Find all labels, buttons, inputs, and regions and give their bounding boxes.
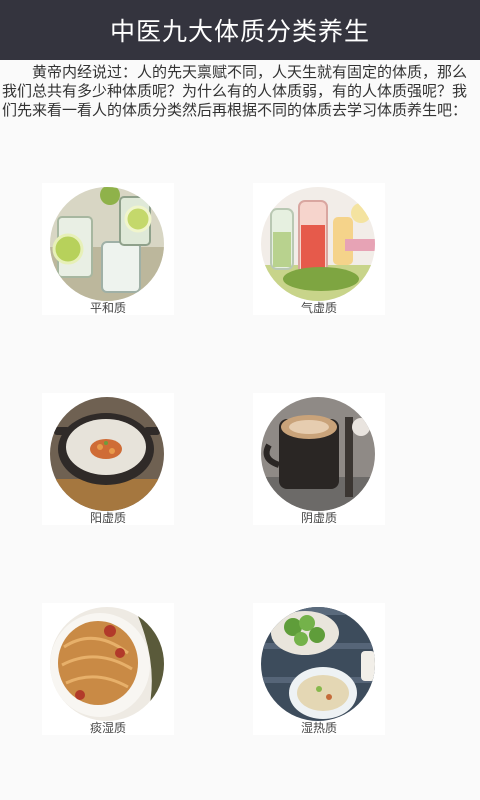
category-tile-tanshi[interactable]: 痰湿质 bbox=[42, 603, 174, 735]
noodles-plate-image bbox=[50, 607, 164, 721]
lemon-water-drinks-image bbox=[50, 187, 164, 301]
category-label: 阳虚质 bbox=[89, 511, 126, 525]
title-bar: 中医九大体质分类养生 bbox=[0, 0, 480, 60]
category-tile-shire[interactable]: 湿热质 bbox=[253, 603, 385, 735]
category-label: 气虚质 bbox=[300, 301, 337, 315]
intro-paragraph: 黄帝内经说过：人的先天禀赋不同，人天生就有固定的体质，那么我们总共有多少种体质呢… bbox=[2, 63, 468, 119]
category-label: 湿热质 bbox=[300, 721, 337, 735]
category-tile-yinxu[interactable]: 阴虚质 bbox=[253, 393, 385, 525]
category-label: 平和质 bbox=[89, 301, 126, 315]
broccoli-and-porridge-image bbox=[261, 607, 375, 721]
category-tile-yangxu[interactable]: 阳虚质 bbox=[42, 393, 174, 525]
fruit-juice-bottles-image bbox=[261, 187, 375, 301]
coffee-latte-cup-image bbox=[261, 397, 375, 511]
category-tile-qixu[interactable]: 气虚质 bbox=[253, 183, 385, 315]
category-label: 痰湿质 bbox=[89, 721, 126, 735]
page-title: 中医九大体质分类养生 bbox=[109, 17, 370, 46]
category-tile-pinghe[interactable]: 平和质 bbox=[42, 183, 174, 315]
congee-in-clay-pot-image bbox=[50, 397, 164, 511]
category-label: 阴虚质 bbox=[300, 511, 337, 525]
